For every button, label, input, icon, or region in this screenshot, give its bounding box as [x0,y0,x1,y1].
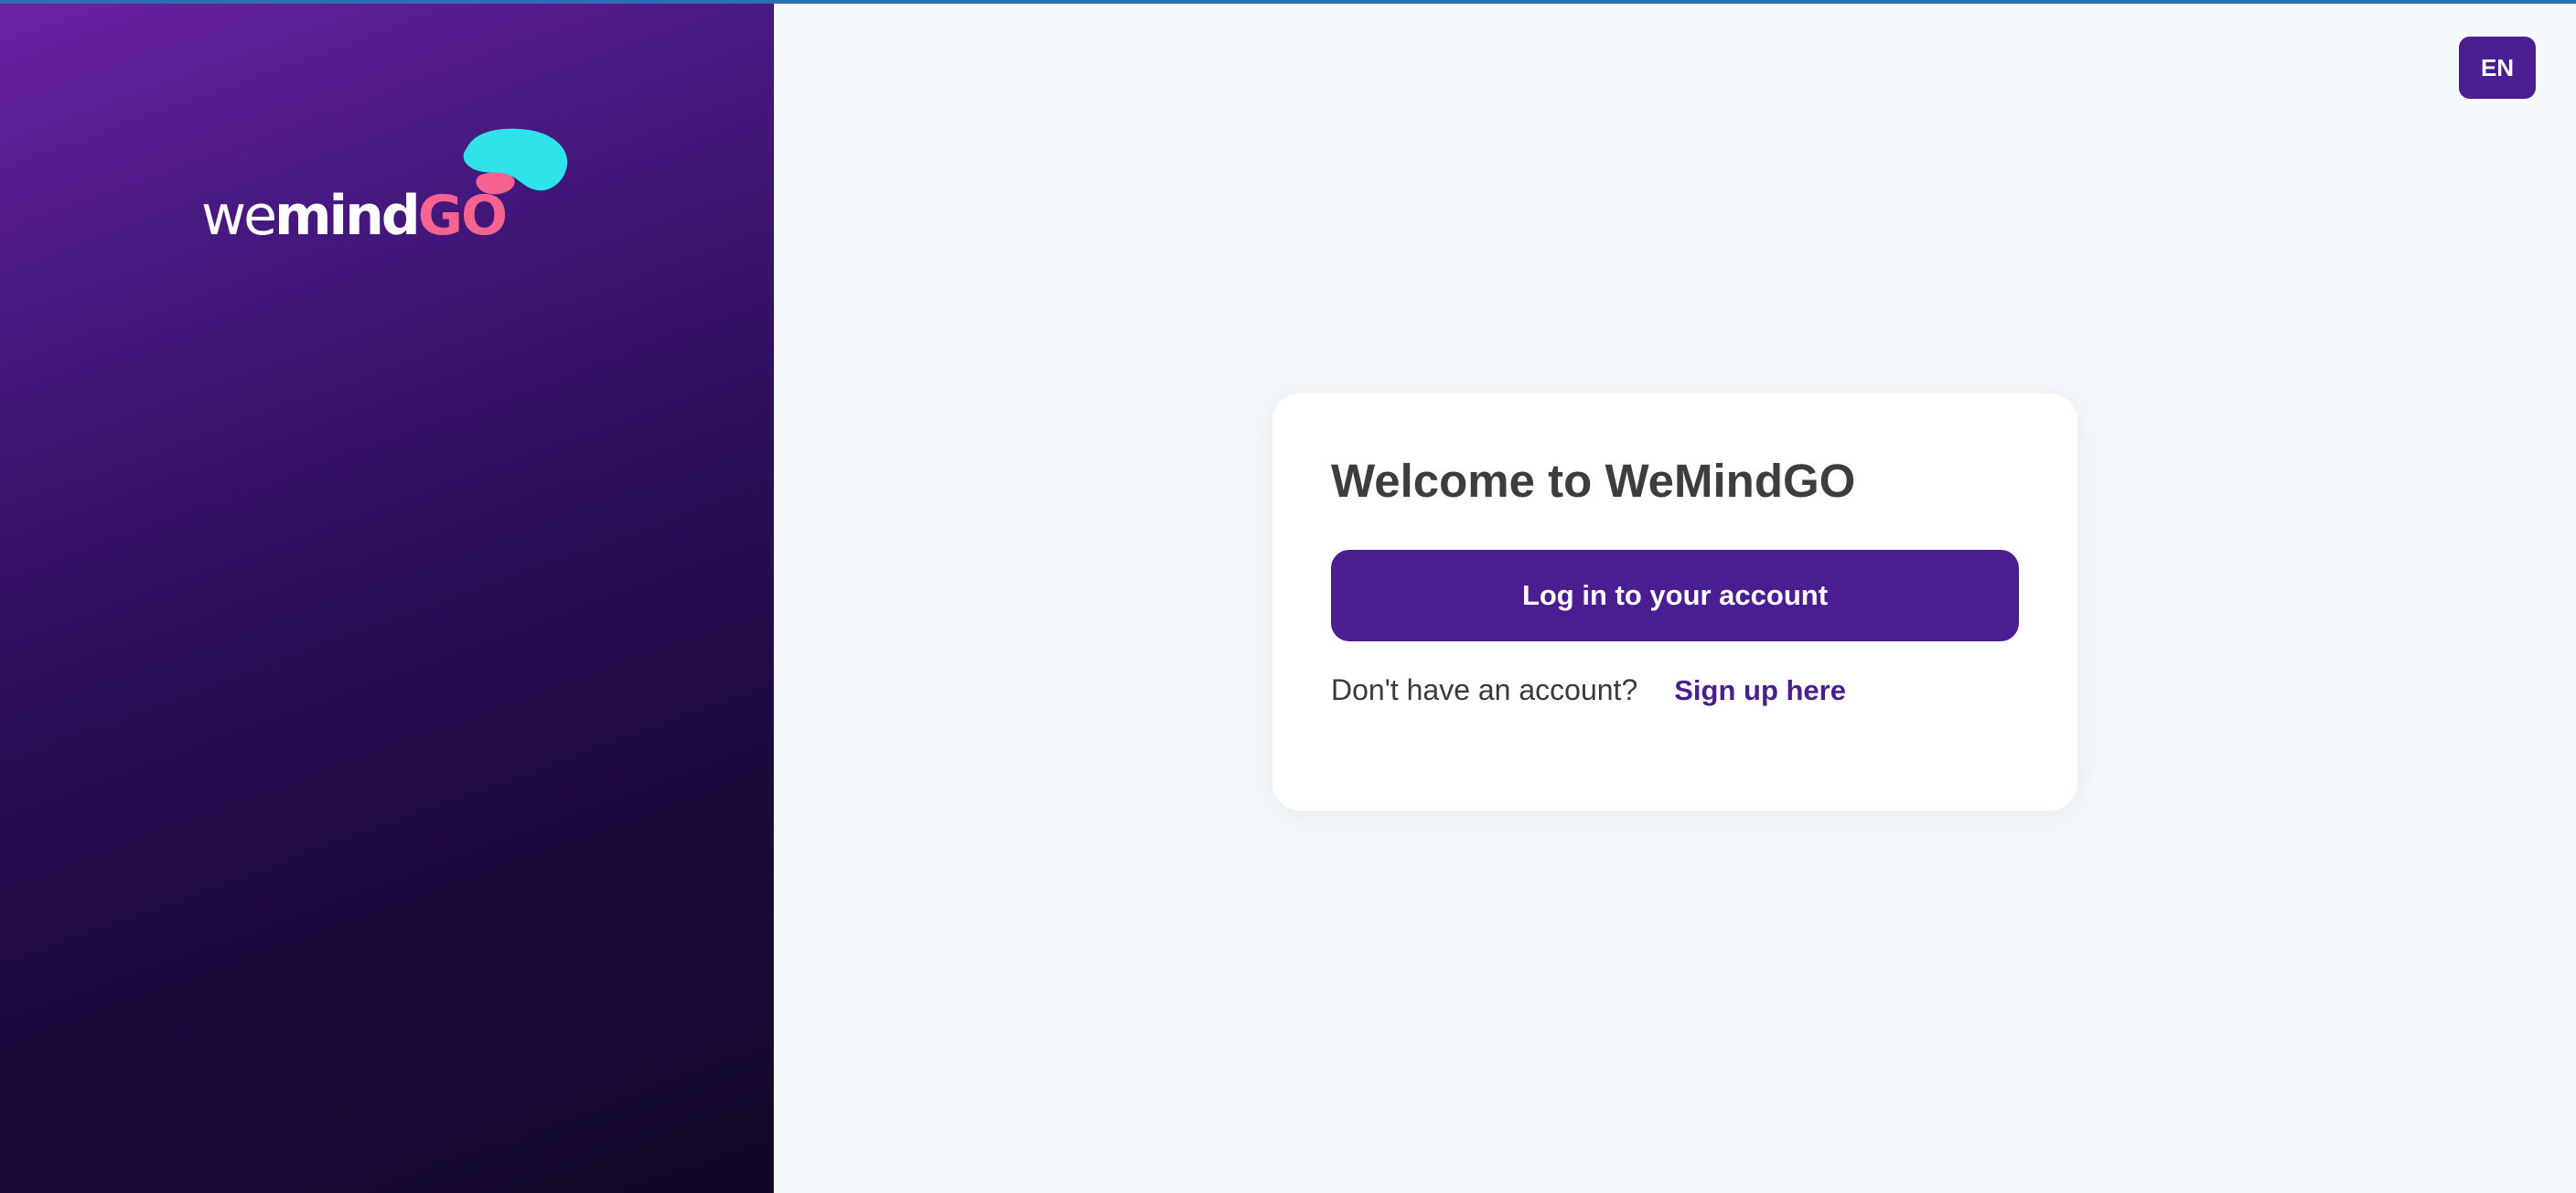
login-button[interactable]: Log in to your account [1331,550,2019,641]
brand-panel: wemindGO [0,4,774,1193]
logo-wordmark: wemindGO [201,188,508,243]
signup-row: Don't have an account? Sign up here [1331,673,1846,707]
signup-prompt: Don't have an account? [1331,673,1638,706]
language-selector-button[interactable]: EN [2459,37,2536,99]
logo-we-text: we [201,184,277,248]
wemindgo-logo: wemindGO [201,123,576,251]
welcome-card: Welcome to WeMindGO Log in to your accou… [1272,393,2077,811]
signup-link[interactable]: Sign up here [1674,674,1846,707]
logo-mind-text: mind [274,184,421,248]
card-title: Welcome to WeMindGO [1331,455,1856,507]
logo-go-text: GO [417,184,508,248]
